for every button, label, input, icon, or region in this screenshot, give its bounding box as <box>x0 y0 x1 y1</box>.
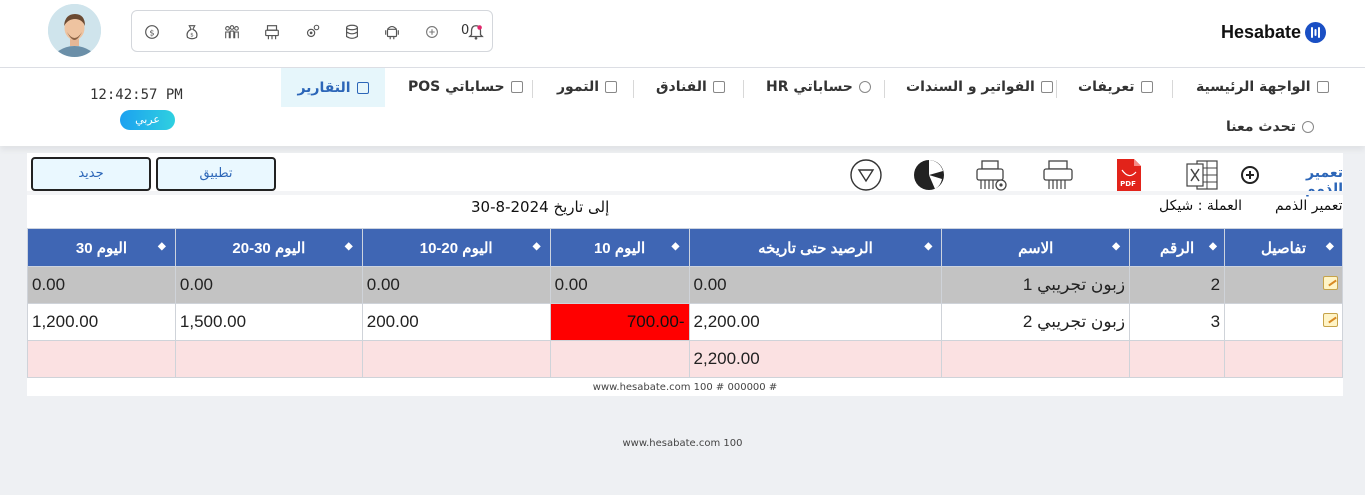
report-card: جديد تطبيق PDF تعمير الذمم تعمير الذمم ا… <box>27 153 1343 396</box>
quick-icons-bar: 0 $ $ <box>131 10 493 52</box>
col-header[interactable]: الاسم ◆ <box>941 228 1131 267</box>
filter-icon[interactable] <box>848 157 884 193</box>
apply-button[interactable]: تطبيق <box>156 157 276 191</box>
target-icon <box>858 81 871 93</box>
col-header[interactable]: 20-30 اليوم ◆ <box>174 228 363 267</box>
report-name: تعمير الذمم <box>1275 198 1343 214</box>
excel-icon[interactable] <box>1184 157 1220 193</box>
plus-circle-icon[interactable] <box>422 22 442 42</box>
user-avatar[interactable] <box>48 4 101 57</box>
android-icon[interactable] <box>382 22 402 42</box>
reports-icon <box>356 81 369 94</box>
pos-icon <box>510 81 523 93</box>
col-header[interactable]: 10 اليوم ◆ <box>549 228 690 267</box>
notification-count: 0 <box>461 23 470 38</box>
svg-text:PDF: PDF <box>1120 180 1136 188</box>
aging-table: 30 اليوم ◆ 20-30 اليوم ◆ 10-20 اليوم ◆ 10 ا… <box>27 228 1343 378</box>
currency-label: العملة : شيكل <box>1159 198 1243 214</box>
nav-invoices[interactable]: الفواتير و السندات <box>906 69 1053 105</box>
svg-text:$: $ <box>190 33 193 39</box>
pie-chart-icon[interactable] <box>911 157 947 193</box>
home-icon <box>1316 81 1329 93</box>
gear-icon[interactable] <box>302 22 322 42</box>
total-row: 2,200.00 <box>27 340 1343 378</box>
edit-icon[interactable] <box>1323 276 1338 290</box>
printer-icon[interactable] <box>1040 157 1076 193</box>
money-bag-icon[interactable]: $ <box>182 22 202 42</box>
nav-reports[interactable]: التقارير <box>281 68 385 107</box>
database-icon[interactable] <box>342 22 362 42</box>
to-date-label: إلى تاريخ 2024-8-30 <box>471 198 610 216</box>
layers-icon <box>1140 81 1153 93</box>
edit-icon[interactable] <box>1323 313 1338 327</box>
col-header[interactable]: الرصيد حتى تاريخه ◆ <box>688 228 943 267</box>
top-bar: 0 $ $ Hesabate <box>0 0 1365 68</box>
invoice-icon <box>1040 81 1053 93</box>
language-toggle[interactable]: عربي <box>120 110 175 130</box>
divider <box>27 191 1343 195</box>
brand-logo[interactable]: Hesabate <box>1221 17 1327 47</box>
chat-icon <box>1301 121 1314 133</box>
col-header[interactable]: تفاصيل ◆ <box>1224 228 1343 267</box>
dates-icon <box>605 81 617 93</box>
table-header-row: 30 اليوم ◆ 20-30 اليوم ◆ 10-20 اليوم ◆ 10 ا… <box>27 228 1343 267</box>
users-icon[interactable] <box>222 22 242 42</box>
table-row[interactable]: 0.00 0.00 0.00 0.00 0.00 زبون تجريبي 1 2 <box>27 266 1343 304</box>
nav-hotels[interactable]: الفنادق <box>656 69 725 105</box>
coin-icon[interactable]: $ <box>142 22 162 42</box>
svg-text:$: $ <box>149 28 154 38</box>
print-settings-icon[interactable] <box>973 157 1009 193</box>
col-header[interactable]: الرقم ◆ <box>1129 228 1226 267</box>
nav-hr[interactable]: حساباتي HR <box>766 69 871 105</box>
pdf-icon[interactable]: PDF <box>1111 157 1147 193</box>
brand-mark-icon <box>1305 21 1327 43</box>
nav-dates[interactable]: التمور <box>557 69 617 105</box>
nav-definitions[interactable]: تعريفات <box>1078 69 1153 105</box>
nav-chat[interactable]: تحدث معنا <box>1226 109 1314 145</box>
page-footer: www.hesabate.com 100 <box>622 438 743 449</box>
brand-name: Hesabate <box>1221 21 1302 42</box>
nav-home[interactable]: الواجهة الرئيسية <box>1196 69 1329 105</box>
report-footer: www.hesabate.com 100 # 000000 # <box>592 382 778 393</box>
main-nav: 12:42:57 PM عربي الواجهة الرئيسية تعريفا… <box>0 68 1365 146</box>
col-header[interactable]: 30 اليوم ◆ <box>27 228 176 267</box>
table-row[interactable]: 1,200.00 1,500.00 200.00 -700.00 2,200.0… <box>27 303 1343 341</box>
col-header[interactable]: 10-20 اليوم ◆ <box>361 228 551 267</box>
new-button[interactable]: جديد <box>31 157 151 191</box>
total-balance: 2,200.00 <box>688 340 943 378</box>
add-report-icon[interactable] <box>1241 166 1259 184</box>
nav-pos[interactable]: حساباتي POS <box>408 69 523 105</box>
printer-icon[interactable] <box>262 22 282 42</box>
clock: 12:42:57 PM <box>90 87 183 103</box>
bed-icon <box>712 81 725 93</box>
